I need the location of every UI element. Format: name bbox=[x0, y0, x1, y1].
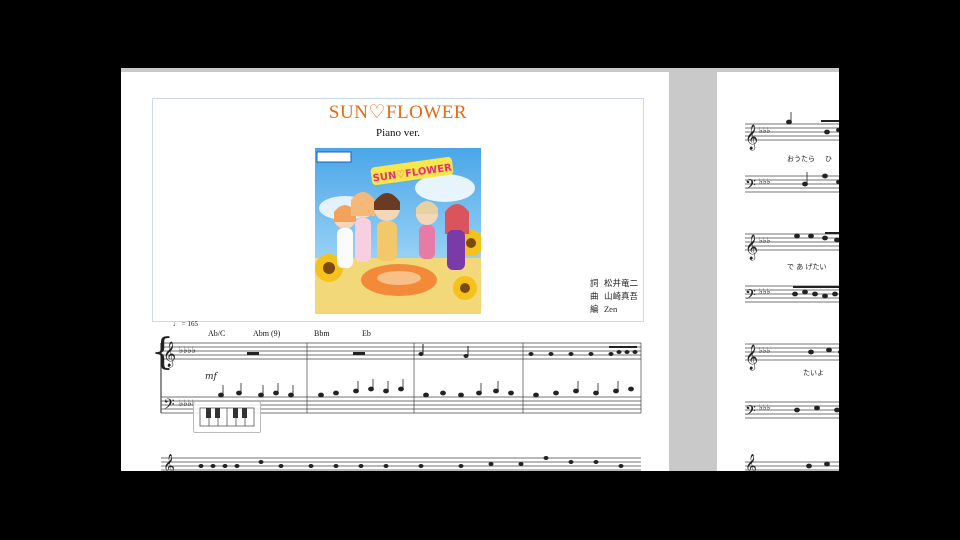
svg-text:𝄞: 𝄞 bbox=[745, 124, 758, 150]
score-page-1: SUN♡FLOWER Piano ver. SUN♡FLOWER 詞 松井竜二 … bbox=[121, 72, 669, 471]
svg-text:𝄢: 𝄢 bbox=[745, 177, 756, 197]
lyric-line-3: で あ げたい bbox=[787, 263, 827, 271]
svg-text:𝄞: 𝄞 bbox=[745, 234, 758, 260]
lyric-line-1: おうたら bbox=[787, 155, 815, 163]
svg-text:𝄞: 𝄞 bbox=[163, 341, 176, 367]
svg-text:♭♭♭: ♭♭♭ bbox=[759, 403, 771, 412]
svg-text:𝄞: 𝄞 bbox=[745, 344, 758, 370]
svg-text:♭♭♭: ♭♭♭ bbox=[759, 177, 771, 186]
svg-text:♭♭♭♭: ♭♭♭♭ bbox=[179, 346, 196, 356]
piano-keys-icon bbox=[199, 407, 255, 427]
svg-text:𝄢: 𝄢 bbox=[745, 287, 756, 307]
lyric-line-2: ひ bbox=[825, 155, 832, 163]
svg-text:♭♭♭: ♭♭♭ bbox=[759, 346, 771, 355]
playback-overlay[interactable] bbox=[193, 401, 261, 433]
svg-text:mf: mf bbox=[205, 372, 219, 382]
score-page-2: 𝄞 𝄢 𝄞 𝄢 𝄞 𝄢 𝄞 ♭♭♭ ♭♭♭ ♭♭♭ ♭♭♭ ♭♭♭ ♭♭♭ おう… bbox=[717, 72, 839, 471]
lyric-line-4: たいよ bbox=[803, 369, 824, 377]
svg-text:𝄢: 𝄢 bbox=[745, 403, 756, 423]
svg-text:𝄞: 𝄞 bbox=[745, 453, 757, 471]
svg-text:♭♭♭: ♭♭♭ bbox=[759, 236, 771, 245]
svg-text:𝄞: 𝄞 bbox=[163, 453, 175, 471]
score-viewport[interactable]: SUN♡FLOWER Piano ver. SUN♡FLOWER 詞 松井竜二 … bbox=[121, 68, 839, 471]
svg-text:♭♭♭: ♭♭♭ bbox=[759, 126, 771, 135]
svg-text:𝄢: 𝄢 bbox=[163, 396, 175, 417]
svg-text:♭♭♭: ♭♭♭ bbox=[759, 287, 771, 296]
